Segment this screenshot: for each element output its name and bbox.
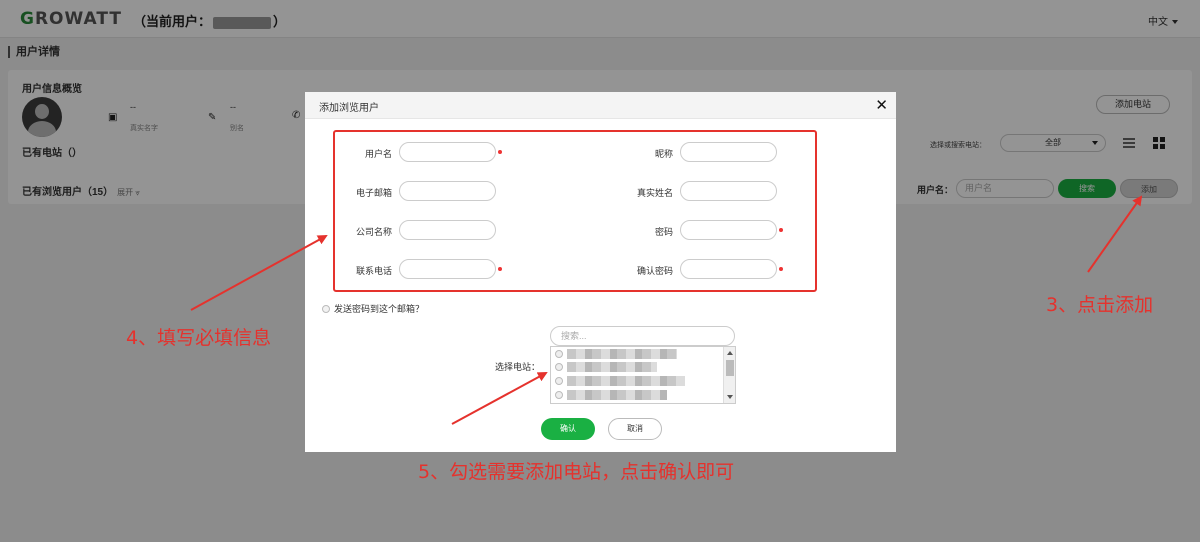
- step5-annotation: 5、勾选需要添加电站，点击确认即可: [418, 461, 735, 483]
- step4-annotation: 4、填写必填信息: [126, 327, 272, 349]
- arrow-to-add-button: [1087, 195, 1143, 273]
- arrow-to-form: [190, 235, 328, 311]
- step3-annotation: 3、点击添加: [1046, 294, 1154, 316]
- arrow-to-station-list: [451, 372, 548, 425]
